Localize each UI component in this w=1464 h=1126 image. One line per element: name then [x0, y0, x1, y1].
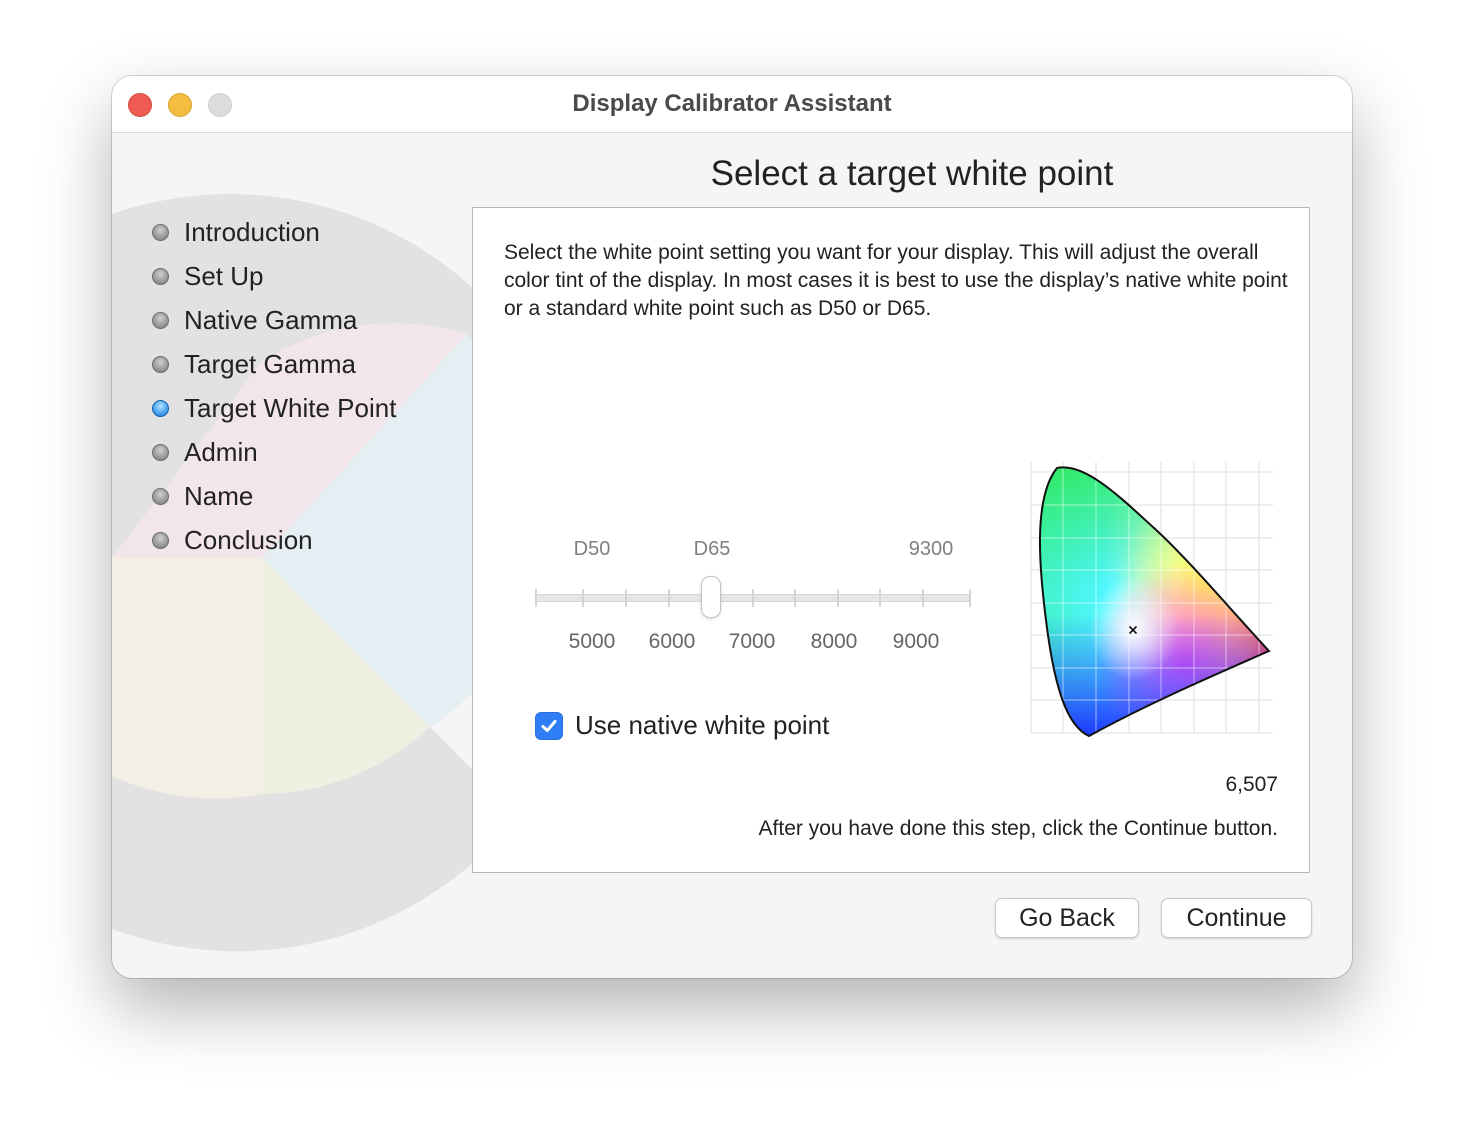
scale-label-9000: 9000: [892, 630, 940, 653]
step-label: Admin: [184, 436, 258, 467]
instruction-text: After you have done this step, click the…: [758, 817, 1278, 840]
slider-tick: [752, 589, 754, 607]
step-status-icon: [152, 223, 169, 241]
slider-tick: [582, 589, 584, 607]
app-window: Display Calibrator Assistant Select a ta…: [112, 76, 1352, 978]
step-label: Name: [184, 480, 254, 511]
step-label: Introduction: [184, 216, 320, 247]
step-label: Conclusion: [184, 524, 313, 555]
step-list: Introduction Set Up Native Gamma Target …: [152, 210, 396, 562]
preset-label-d50: D50: [573, 538, 611, 560]
step-status-icon: [152, 311, 169, 329]
slider-tick: [837, 589, 839, 607]
description-text: Select the white point setting you want …: [504, 241, 1288, 320]
step-status-icon: [152, 487, 169, 505]
window-title: Display Calibrator Assistant: [572, 90, 892, 117]
temperature-readout: 6,507: [1225, 773, 1278, 796]
step-status-icon: [152, 355, 169, 373]
step-status-icon: [152, 443, 169, 461]
scale-label-7000: 7000: [728, 630, 776, 653]
go-back-button[interactable]: Go Back: [995, 898, 1139, 938]
slider-tick: [794, 589, 796, 607]
slider-tick: [625, 589, 627, 607]
title-bar: Display Calibrator Assistant: [112, 76, 1352, 133]
step-set-up: Set Up: [152, 254, 396, 298]
step-label: Native Gamma: [184, 304, 358, 335]
step-target-white-point: Target White Point: [152, 386, 396, 430]
preset-label-9300: 9300: [908, 538, 954, 560]
step-label: Target White Point: [184, 392, 397, 423]
slider-thumb[interactable]: [701, 576, 721, 618]
step-label: Set Up: [184, 260, 264, 291]
cie-chromaticity-diagram: [1030, 462, 1273, 738]
step-admin: Admin: [152, 430, 396, 474]
page-title: Select a target white point: [710, 154, 1114, 193]
checkmark-icon: [541, 719, 557, 732]
slider-tick: [535, 589, 537, 607]
native-white-point-option[interactable]: Use native white point: [535, 710, 829, 741]
continue-button[interactable]: Continue: [1161, 898, 1312, 938]
native-white-point-checkbox[interactable]: [535, 711, 563, 740]
scale-label-8000: 8000: [810, 630, 858, 653]
content-panel: Select the white point setting you want …: [472, 207, 1310, 873]
slider-tick: [969, 589, 971, 607]
step-status-icon: [152, 267, 169, 285]
step-name: Name: [152, 474, 396, 518]
step-introduction: Introduction: [152, 210, 396, 254]
step-label: Target Gamma: [184, 348, 356, 379]
slider-tick: [879, 589, 881, 607]
scale-label-5000: 5000: [568, 630, 616, 653]
step-target-gamma: Target Gamma: [152, 342, 396, 386]
step-status-active-icon: [152, 399, 169, 417]
white-point-slider: D50 D65 9300 5000 6000 7000 8000 9000: [533, 533, 973, 663]
scale-label-6000: 6000: [648, 630, 696, 653]
native-white-point-label: Use native white point: [575, 710, 830, 740]
step-status-icon: [152, 531, 169, 549]
step-conclusion: Conclusion: [152, 518, 396, 562]
slider-tick: [922, 589, 924, 607]
step-native-gamma: Native Gamma: [152, 298, 396, 342]
preset-label-d65: D65: [693, 538, 731, 560]
slider-tick: [668, 589, 670, 607]
